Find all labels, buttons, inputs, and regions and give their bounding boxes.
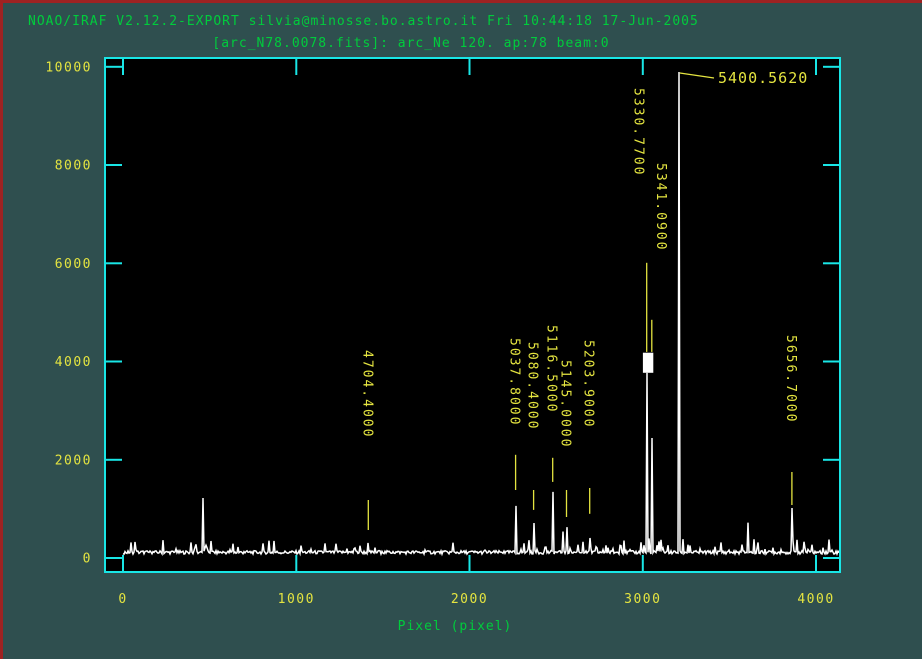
y-tick-label: 2000 — [55, 453, 92, 468]
x-tick-label: 3000 — [624, 592, 661, 607]
plot-background — [105, 58, 840, 572]
feature-label: 5203.9000 — [581, 340, 596, 428]
x-axis-title: Pixel (pixel) — [105, 619, 805, 634]
feature-label: 5037.8000 — [507, 338, 522, 426]
feature-label: 5330.7700 — [631, 88, 646, 176]
feature-label: 4704.4000 — [359, 350, 374, 438]
saturated-peak-cap — [643, 353, 653, 373]
y-tick-label: 0 — [83, 552, 92, 567]
feature-label: 5400.5620 — [718, 69, 808, 87]
x-tick-label: 4000 — [797, 592, 834, 607]
x-tick-label: 2000 — [451, 592, 488, 607]
feature-label: 5341.0900 — [653, 163, 668, 251]
x-tick-label: 1000 — [278, 592, 315, 607]
y-tick-label: 10000 — [45, 60, 92, 75]
y-tick-label: 8000 — [55, 159, 92, 174]
spectrum-plot[interactable]: 0 1000 2000 3000 4000 0 2000 4000 6000 8000 10000 4… — [0, 0, 922, 659]
feature-label: 5145.0000 — [558, 360, 573, 448]
x-tick-label: 0 — [118, 592, 127, 607]
y-tick-label: 4000 — [55, 355, 92, 370]
feature-label: 5116.5000 — [544, 325, 559, 413]
iraf-graphics-window: NOAO/IRAF V2.12.2-EXPORT silvia@minosse.… — [0, 0, 922, 659]
feature-label: 5080.4000 — [525, 342, 540, 430]
y-tick-label: 6000 — [55, 257, 92, 272]
feature-label: 5656.7000 — [783, 335, 798, 423]
